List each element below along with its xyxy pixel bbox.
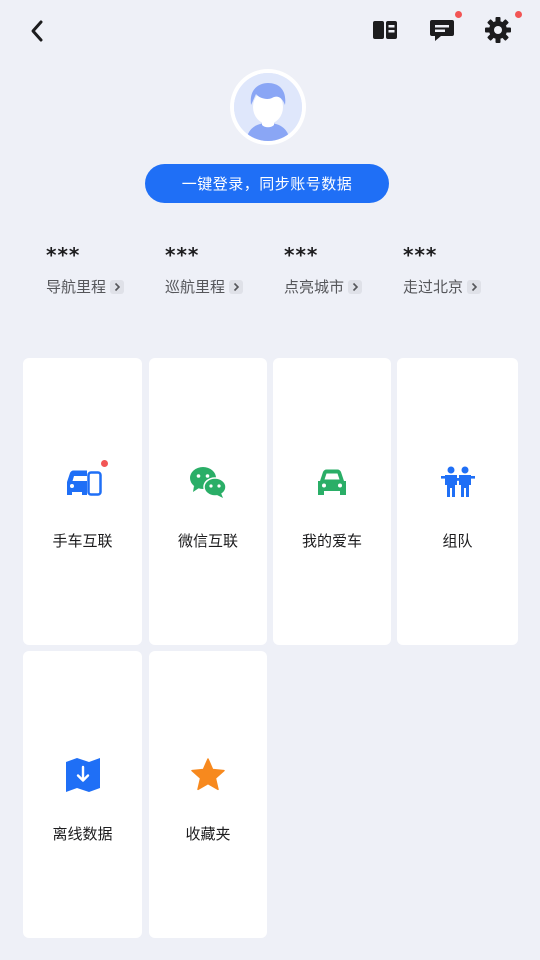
- stat-value: ***: [46, 243, 81, 267]
- stat-label: 导航里程: [46, 278, 107, 296]
- stat-navigation-mileage[interactable]: *** 导航里程: [46, 240, 156, 297]
- message-badge: [455, 11, 462, 18]
- feature-card-favorites[interactable]: 收藏夹: [149, 651, 267, 938]
- stat-label: 走过北京: [403, 278, 464, 296]
- gear-icon: [485, 17, 511, 43]
- avatar[interactable]: [230, 69, 306, 145]
- chevron-right-icon: [110, 279, 125, 294]
- feature-label: 微信互联: [177, 532, 238, 550]
- feature-card-my-car[interactable]: 我的爱车: [273, 358, 391, 645]
- settings-button[interactable]: [482, 11, 522, 46]
- message-icon: [430, 20, 454, 41]
- stat-lit-cities[interactable]: *** 点亮城市: [284, 240, 394, 297]
- feature-card-offline-data[interactable]: 离线数据: [23, 651, 142, 938]
- phone-car-link-badge: [100, 460, 108, 467]
- profile-page: 一键登录，同步账号数据 *** 导航里程 *** 巡航里程 *** 点亮城市 *…: [0, 0, 540, 960]
- chevron-right-icon: [348, 279, 363, 294]
- back-button[interactable]: [22, 16, 52, 46]
- car-icon: [312, 462, 352, 502]
- feature-label: 组队: [442, 532, 473, 550]
- default-avatar-icon: [234, 73, 302, 141]
- feature-label: 收藏夹: [185, 825, 231, 843]
- stat-label: 点亮城市: [284, 278, 345, 296]
- stat-label: 巡航里程: [165, 278, 226, 296]
- wechat-icon: [188, 462, 228, 502]
- login-button[interactable]: 一键登录，同步账号数据: [145, 164, 389, 203]
- stat-value: ***: [284, 243, 319, 267]
- star-icon: [188, 755, 228, 795]
- feature-card-wechat-link[interactable]: 微信互联: [149, 358, 267, 645]
- message-button[interactable]: [426, 11, 462, 46]
- chevron-right-icon: [467, 279, 482, 294]
- stat-value: ***: [165, 243, 200, 267]
- stat-beijing-visited[interactable]: *** 走过北京: [403, 240, 513, 297]
- feature-card-phone-car-link[interactable]: 手车互联: [23, 358, 142, 645]
- feature-label: 我的爱车: [301, 532, 362, 550]
- feature-label: 离线数据: [52, 825, 113, 843]
- chevron-left-icon: [31, 20, 43, 42]
- book-icon: [373, 21, 397, 39]
- car-phone-icon: [63, 460, 108, 502]
- settings-badge: [515, 11, 522, 18]
- feature-label: 手车互联: [52, 532, 113, 550]
- chevron-right-icon: [229, 279, 244, 294]
- feature-card-team[interactable]: 组队: [397, 358, 518, 645]
- stat-value: ***: [403, 243, 438, 267]
- book-button[interactable]: [369, 14, 401, 46]
- offline-map-icon: [63, 755, 103, 795]
- stat-cruise-mileage[interactable]: *** 巡航里程: [165, 240, 275, 297]
- team-icon: [438, 462, 478, 502]
